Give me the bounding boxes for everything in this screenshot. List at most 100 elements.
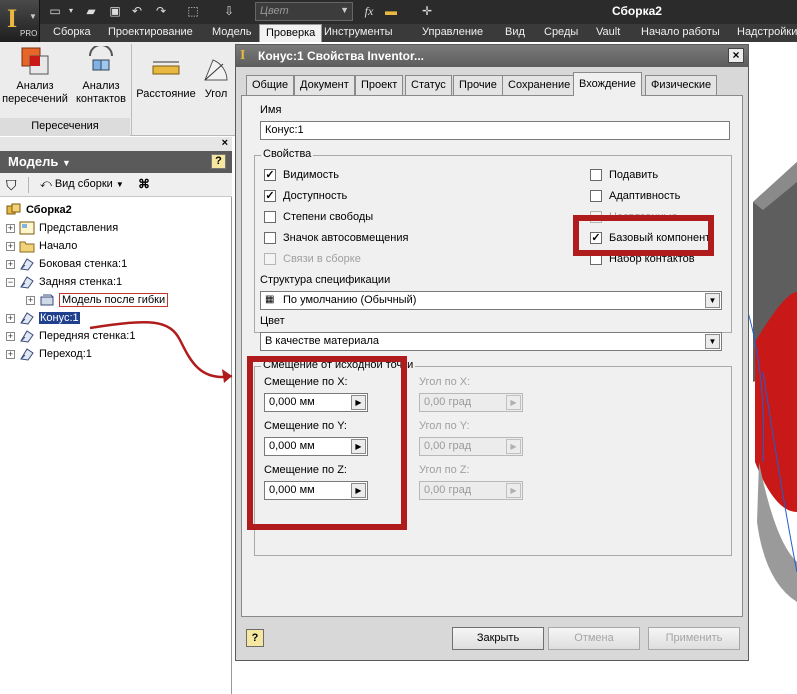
tree-item[interactable]: + Модель после гибки (26, 293, 226, 309)
tab-model[interactable]: Модель (212, 26, 251, 38)
crosshair-icon[interactable]: ✛ (420, 4, 434, 18)
tree-item[interactable]: − Задняя стенка:1 (6, 275, 226, 291)
bom-structure-label: Структура спецификации (260, 274, 391, 286)
expand-toggle-icon[interactable]: + (6, 242, 15, 251)
expand-toggle-icon[interactable]: − (6, 278, 15, 287)
tab-view[interactable]: Вид (505, 26, 525, 38)
update-icon[interactable]: ⇩ (222, 4, 236, 18)
graphics-viewport[interactable] (744, 42, 797, 694)
measure-icon[interactable]: ▬ (384, 4, 398, 18)
distance-button[interactable]: Расстояние (135, 54, 197, 101)
dialog-title: Конус:1 Свойства Inventor... (258, 49, 425, 63)
expand-toggle-icon[interactable]: + (6, 260, 15, 269)
cancel-button[interactable]: Отмена (548, 627, 640, 650)
checkbox-box (264, 211, 276, 223)
ribbon-tab-bar: Сборка Проектирование Модель Проверка Ин… (40, 24, 797, 42)
browser-toolbar: ⛉ ⤺ Вид сборки ▼ ⌘ (0, 173, 232, 197)
undo-icon[interactable]: ↶ (130, 4, 144, 18)
redo-icon[interactable]: ↷ (154, 4, 168, 18)
checkbox-box (264, 232, 276, 244)
assembly-view-label: Вид сборки (54, 178, 113, 190)
tab-assembly[interactable]: Сборка (53, 26, 91, 38)
expand-toggle-icon[interactable]: + (6, 314, 15, 323)
checkbox-label: Подавить (609, 169, 659, 181)
expand-toggle-icon[interactable]: + (26, 296, 35, 305)
application-menu-button[interactable]: I ▼ PRO (0, 0, 40, 42)
tab-status[interactable]: Статус (405, 75, 452, 95)
interference-analysis-button[interactable]: Анализ пересечений (2, 46, 68, 106)
tab-custom[interactable]: Прочие (453, 75, 503, 95)
tab-document[interactable]: Документ (294, 75, 355, 95)
tab-environments[interactable]: Среды (544, 26, 578, 38)
apply-button[interactable]: Применить (648, 627, 740, 650)
contact-analysis-button[interactable]: Анализ контактов (70, 44, 132, 106)
interference-label: Анализ пересечений (2, 80, 68, 105)
help-icon[interactable]: ? (211, 154, 226, 169)
tab-manage[interactable]: Управление (422, 26, 483, 38)
tree-item-label: Переход:1 (39, 348, 92, 360)
expand-toggle-icon[interactable]: + (6, 350, 15, 359)
tab-addins[interactable]: Надстройки (737, 26, 797, 38)
dialog-title-bar[interactable]: I Конус:1 Свойства Inventor... × (236, 45, 748, 67)
properties-dialog: I Конус:1 Свойства Inventor... × Общие Д… (235, 44, 749, 661)
bom-structure-select[interactable]: ▦ По умолчанию (Обычный) ▼ (260, 291, 722, 310)
expand-toggle-icon[interactable]: + (6, 332, 15, 341)
browser-header[interactable]: Модель ▼ ? (0, 151, 232, 173)
tab-design[interactable]: Проектирование (108, 26, 193, 38)
dialog-close-button[interactable]: × (728, 48, 744, 63)
part-icon (19, 275, 35, 289)
color-combo-value: Цвет (260, 5, 289, 17)
color-value: В качестве материала (265, 335, 379, 347)
protractor-icon (201, 54, 231, 84)
checkbox-box (590, 190, 602, 202)
tree-item[interactable]: + Переход:1 (6, 347, 226, 363)
offset-input: 0,00 град ▶ (419, 481, 523, 500)
assembly-view-dropdown[interactable]: ⤺ Вид сборки ▼ (40, 178, 124, 191)
tab-save[interactable]: Сохранение (502, 75, 577, 95)
folder-icon (19, 239, 35, 253)
tree-item[interactable]: Сборка2 (6, 203, 226, 219)
dialog-help-button[interactable]: ? (246, 629, 264, 647)
tree-item[interactable]: + Передняя стенка:1 (6, 329, 226, 345)
tab-vault[interactable]: Vault (596, 26, 620, 38)
tree-item-label: Модель после гибки (59, 293, 169, 307)
close-button[interactable]: Закрыть (452, 627, 544, 650)
save-icon[interactable]: ▣ (108, 4, 122, 18)
distance-label: Расстояние (136, 88, 196, 100)
tree-item-label: Начало (39, 240, 78, 252)
open-folder-icon[interactable]: ▰ (84, 4, 98, 18)
tab-tools[interactable]: Инструменты (324, 26, 393, 38)
tree-item[interactable]: + Боковая стенка:1 (6, 257, 226, 273)
color-label: Цвет (260, 315, 285, 327)
offset-label: Угол по Y: (419, 420, 470, 432)
filter-icon[interactable]: ⛉ (6, 177, 17, 194)
color-select[interactable]: В качестве материала ▼ (260, 332, 722, 351)
tree-item[interactable]: + Конус:1 (6, 311, 226, 327)
select-icon[interactable]: ⬚ (186, 4, 200, 18)
ribbon-group-separator (131, 44, 132, 136)
interference-icon (20, 46, 50, 76)
tab-get-started[interactable]: Начало работы (641, 26, 720, 38)
close-icon[interactable]: × (222, 137, 228, 149)
binoculars-icon[interactable]: ⌘ (138, 177, 150, 191)
checkbox-box (590, 169, 602, 181)
name-field[interactable]: Конус:1 (260, 121, 730, 140)
tab-occurrence[interactable]: Вхождение (573, 72, 642, 96)
tree-item[interactable]: + Начало (6, 239, 226, 255)
tree-item[interactable]: + Представления (6, 221, 226, 237)
browser-title: Модель (8, 154, 59, 169)
color-override-combo[interactable]: Цвет ▼ (255, 2, 353, 21)
expand-toggle-icon[interactable]: + (6, 224, 15, 233)
browser-grip-bar[interactable]: × (0, 137, 232, 151)
angle-button[interactable]: Угол (198, 54, 234, 101)
tab-project[interactable]: Проект (355, 75, 404, 95)
tab-inspect[interactable]: Проверка (259, 24, 323, 42)
tree-item-label: Сборка2 (26, 204, 72, 216)
tab-general[interactable]: Общие (246, 75, 295, 95)
chevron-right-icon: ▶ (506, 483, 521, 498)
dropdown-arrow-icon[interactable]: ▾ (64, 4, 78, 18)
tree-item-label: Конус:1 (39, 312, 80, 324)
fx-icon[interactable]: fx (360, 4, 378, 18)
tab-physical[interactable]: Физические (645, 75, 718, 95)
new-file-icon[interactable]: ▭ (48, 4, 62, 18)
